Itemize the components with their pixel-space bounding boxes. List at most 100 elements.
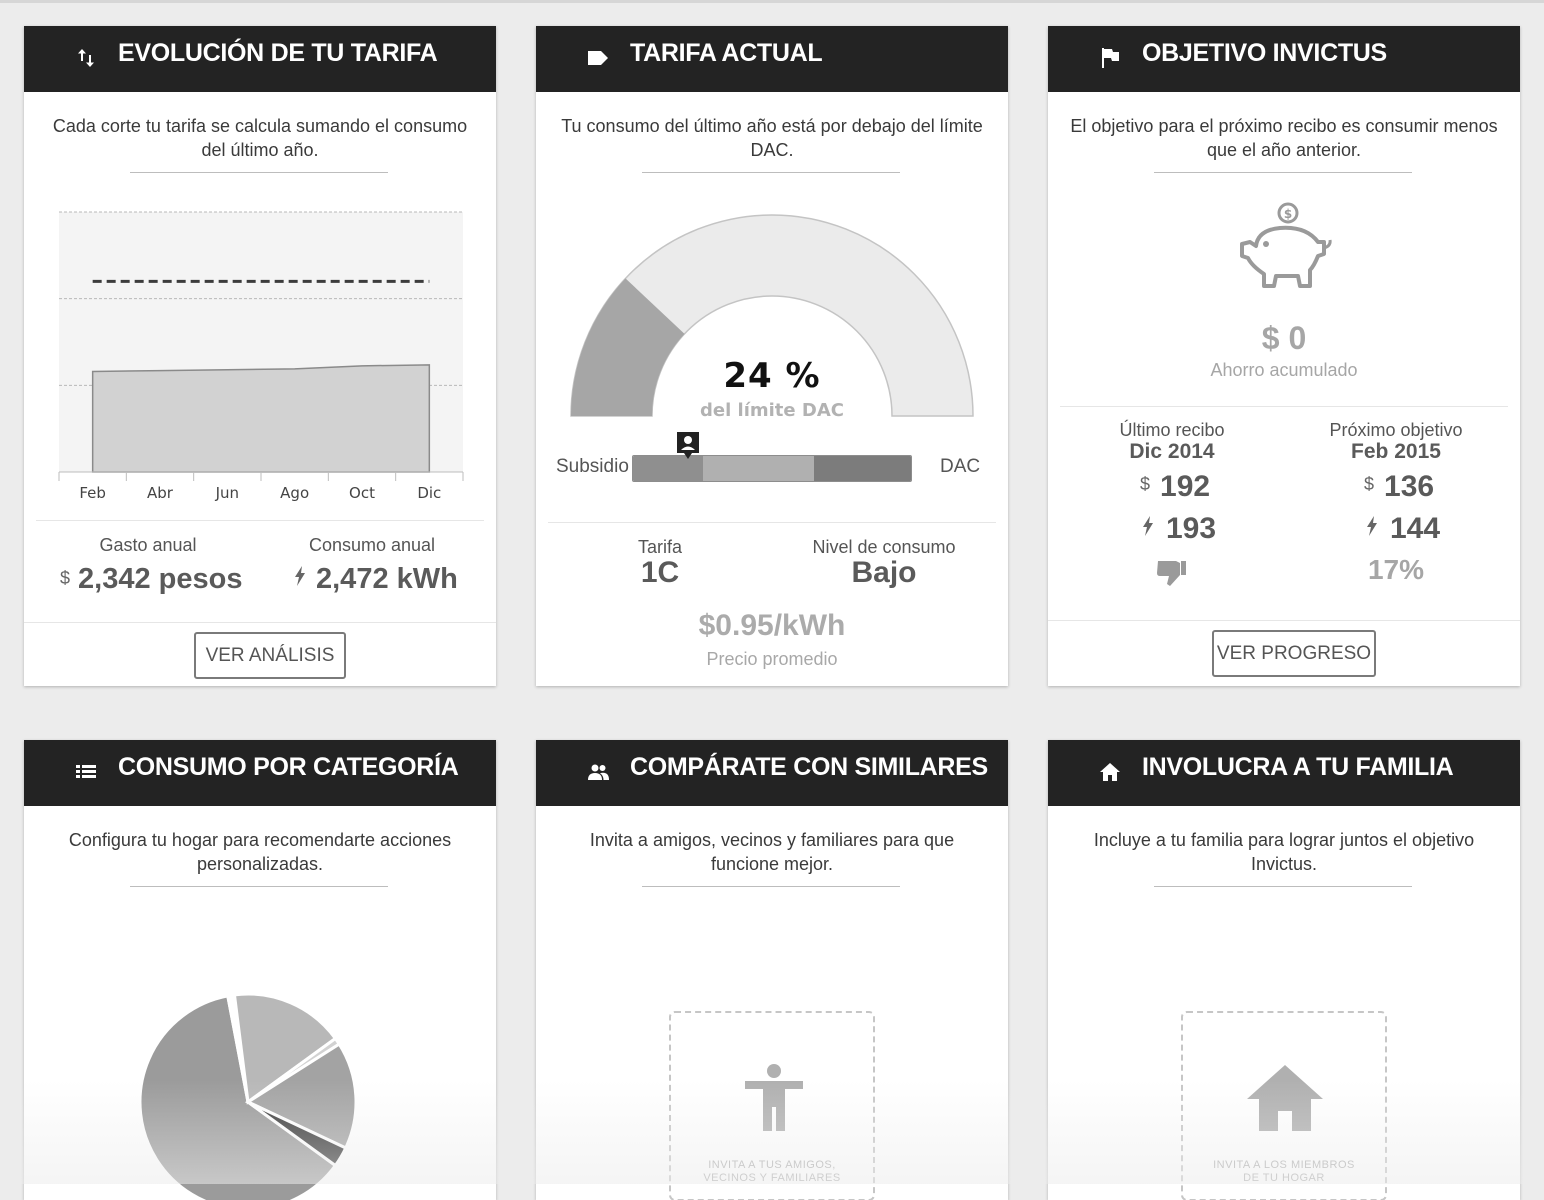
- proximo-pct-value: 17%: [1367, 554, 1425, 585]
- card-evolucion-tarifa: EVOLUCIÓN DE TU TARIFA Cada corte tu tar…: [24, 26, 496, 686]
- proximo-objetivo-period: Feb 2015: [1351, 440, 1441, 463]
- card-title: COMPÁRATE CON SIMILARES: [630, 753, 988, 781]
- list-icon: [76, 765, 96, 778]
- scale-segment-mid: [702, 456, 814, 481]
- currency-icon: $: [1364, 474, 1375, 494]
- proximo-kwh-row: 144: [1366, 512, 1440, 546]
- gasto-anual-label: Gasto anual: [99, 535, 197, 555]
- card-tarifa-actual: TARIFA ACTUAL Tu consumo del último año …: [536, 26, 1008, 686]
- card-header: TARIFA ACTUAL: [536, 26, 1008, 92]
- card-consumo-categoria: CONSUMO POR CATEGORÍA Configura tu hogar…: [24, 740, 496, 1200]
- lightning-icon: [295, 566, 305, 586]
- lightning-icon: [1367, 516, 1377, 536]
- card-title: EVOLUCIÓN DE TU TARIFA: [118, 39, 438, 67]
- divider: [130, 886, 388, 887]
- house-icon: [1247, 1065, 1323, 1131]
- ultimo-recibo-period: Dic 2014: [1129, 440, 1215, 463]
- divider: [130, 172, 388, 173]
- card-description: Incluye a tu familia para lograr juntos …: [1093, 830, 1475, 874]
- scale-right-label: DAC: [940, 456, 981, 477]
- x-tick-label: Dic: [417, 484, 441, 502]
- x-tick-label: Abr: [147, 484, 174, 502]
- proximo-money-row: $136: [1364, 470, 1434, 504]
- divider: [1060, 406, 1508, 407]
- scale-left-label: Subsidio: [556, 456, 629, 477]
- ultimo-kwh-row: 193: [1142, 512, 1216, 546]
- ahorro-label: Ahorro acumulado: [1210, 360, 1358, 380]
- card-comparate-similares: COMPÁRATE CON SIMILARES Invita a amigos,…: [536, 740, 1008, 1200]
- category-pie-chart: [140, 992, 358, 1200]
- invite-text-line2: VECINOS Y FAMILIARES: [703, 1172, 841, 1184]
- flag-icon: [1102, 48, 1119, 68]
- card-title: TARIFA ACTUAL: [630, 39, 823, 67]
- gauge-value: 24 %: [723, 356, 821, 396]
- tarifa-value: 1C: [640, 556, 680, 589]
- divider: [1048, 620, 1520, 621]
- precio-promedio-value: $0.95/kWh: [698, 609, 846, 642]
- consumption-area: [91, 364, 431, 473]
- tarifa-label: Tarifa: [637, 537, 682, 557]
- sort-arrows-icon: [78, 49, 94, 67]
- scale-segment-dac: [813, 456, 911, 481]
- tag-icon: [588, 51, 608, 65]
- card-description: Invita a amigos, vecinos y familiares pa…: [589, 830, 955, 874]
- divider: [642, 172, 900, 173]
- invite-family-box[interactable]: INVITA A LOS MIEMBROS DE TU HOGAR: [1181, 1011, 1387, 1200]
- invite-text-line1: INVITA A LOS MIEMBROS: [1213, 1159, 1355, 1171]
- card-description: Configura tu hogar para recomendarte acc…: [68, 830, 452, 874]
- card-header: OBJETIVO INVICTUS: [1048, 26, 1520, 92]
- card-title: INVOLUCRA A TU FAMILIA: [1142, 753, 1454, 781]
- tariff-scale-bar: [632, 455, 912, 482]
- proximo-objetivo-label: Próximo objetivo: [1329, 420, 1463, 440]
- nivel-consumo-label: Nivel de consumo: [812, 537, 956, 557]
- divider: [1154, 172, 1412, 173]
- top-border: [0, 0, 1544, 3]
- invite-text-line2: DE TU HOGAR: [1243, 1172, 1325, 1184]
- card-header: INVOLUCRA A TU FAMILIA: [1048, 740, 1520, 806]
- home-icon: [1100, 763, 1120, 781]
- card-description: Tu consumo del último año está por debaj…: [561, 116, 983, 160]
- divider: [1154, 886, 1412, 887]
- gasto-anual-value: 2,342 pesos: [78, 563, 243, 595]
- ver-progreso-button[interactable]: VER PROGRESO: [1212, 630, 1376, 677]
- card-title: CONSUMO POR CATEGORÍA: [118, 753, 459, 781]
- consumo-anual-value-row: 2,472 kWh: [294, 563, 458, 596]
- divider: [36, 520, 484, 521]
- x-tick-label: Jun: [215, 484, 239, 502]
- people-icon: [588, 764, 609, 780]
- invite-text-line1: INVITA A TUS AMIGOS,: [708, 1159, 836, 1171]
- invite-friends-box[interactable]: INVITA A TUS AMIGOS, VECINOS Y FAMILIARE…: [669, 1011, 875, 1200]
- card-header: EVOLUCIÓN DE TU TARIFA: [24, 26, 496, 92]
- x-tick-label: Oct: [349, 484, 375, 502]
- consumo-anual-value: 2,472 kWh: [316, 563, 458, 595]
- ultimo-recibo-label: Último recibo: [1119, 420, 1225, 440]
- currency-icon: $: [1140, 474, 1151, 494]
- ultimo-kwh-value: 193: [1166, 512, 1217, 545]
- card-objetivo-invictus: OBJETIVO INVICTUS El objetivo para el pr…: [1048, 26, 1520, 686]
- x-tick-label: Ago: [280, 484, 309, 502]
- consumo-anual-label: Consumo anual: [308, 535, 436, 555]
- precio-promedio-label: Precio promedio: [706, 649, 838, 669]
- x-tick-label: Feb: [79, 484, 106, 502]
- gauge-label: del límite DAC: [700, 400, 844, 421]
- lightning-icon: [1143, 516, 1153, 536]
- ahorro-value: $ 0: [1261, 320, 1307, 356]
- gasto-anual-value-row: $2,342 pesos: [60, 563, 242, 596]
- card-description: Cada corte tu tarifa se calcula sumando …: [52, 116, 468, 160]
- user-marker-icon: [677, 432, 699, 459]
- ver-analisis-button[interactable]: VER ANÁLISIS: [194, 632, 346, 679]
- ultimo-money-value: 192: [1160, 470, 1211, 503]
- ultimo-money-row: $192: [1140, 470, 1210, 504]
- divider: [548, 522, 996, 523]
- card-header: COMPÁRATE CON SIMILARES: [536, 740, 1008, 806]
- nivel-consumo-value: Bajo: [851, 556, 917, 589]
- person-icon: [745, 1064, 803, 1131]
- card-description: El objetivo para el próximo recibo es co…: [1070, 116, 1498, 160]
- card-header: CONSUMO POR CATEGORÍA: [24, 740, 496, 806]
- svg-text:$: $: [1284, 207, 1292, 221]
- divider: [24, 622, 496, 623]
- tariff-evolution-chart: Feb Abr Jun Ago Oct Dic: [58, 211, 464, 502]
- piggy-bank-icon: $: [1240, 202, 1332, 288]
- thumbs-down-icon: [1157, 561, 1186, 586]
- proximo-kwh-value: 144: [1390, 512, 1441, 545]
